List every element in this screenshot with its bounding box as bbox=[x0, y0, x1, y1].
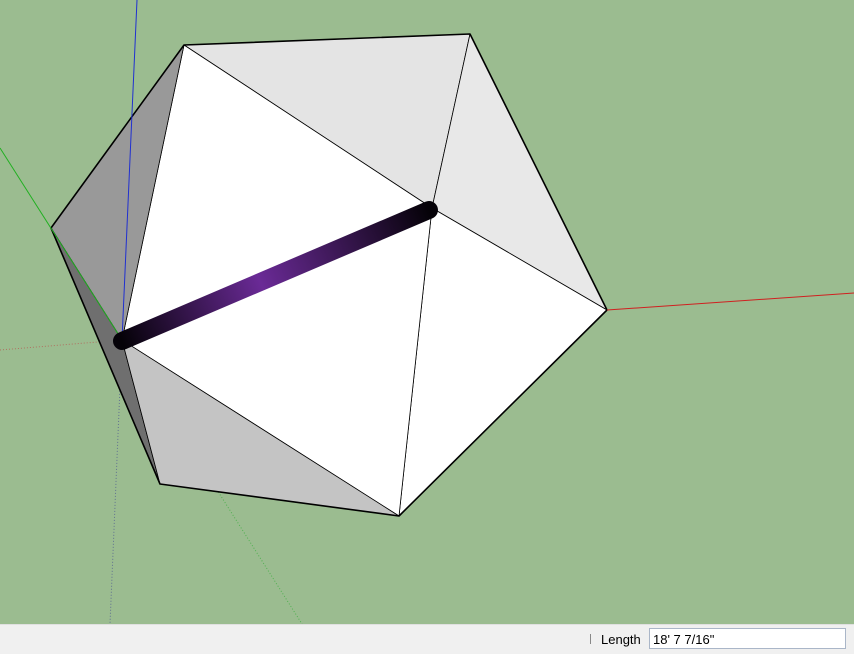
status-bar: Length 18' 7 7/16" bbox=[0, 624, 854, 654]
model-canvas[interactable] bbox=[0, 0, 854, 625]
status-separator bbox=[590, 634, 591, 644]
red-axis bbox=[606, 292, 854, 311]
measurements-input[interactable]: 18' 7 7/16" bbox=[649, 628, 846, 649]
icosahedron[interactable] bbox=[50, 33, 608, 517]
measurements-label: Length bbox=[601, 632, 641, 647]
3d-viewport[interactable] bbox=[0, 0, 854, 625]
